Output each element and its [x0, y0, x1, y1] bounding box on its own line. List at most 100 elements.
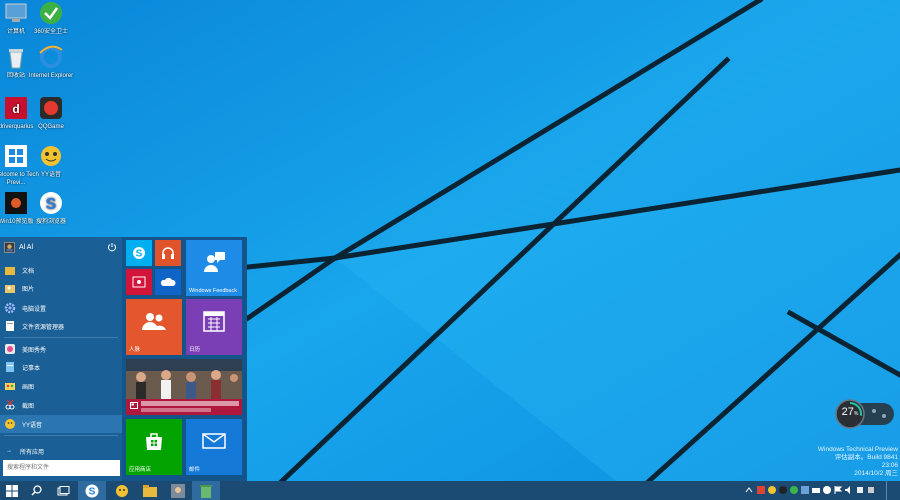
qqgame-icon: [38, 95, 64, 121]
skype-icon: S: [126, 240, 152, 266]
start-menu-item[interactable]: 美图秀秀: [0, 340, 122, 358]
search-icon: [30, 485, 42, 496]
watermark-time: 23:06: [881, 462, 898, 469]
taskbar-app-sogou[interactable]: S: [78, 481, 106, 500]
tile-people[interactable]: 人脉: [126, 299, 182, 355]
gadget-value: 27%: [841, 406, 859, 418]
start-menu-item-label: 记事本: [22, 365, 41, 372]
search-button[interactable]: [24, 481, 48, 500]
tray-app-icon[interactable]: [757, 486, 765, 494]
feedback-icon: [186, 240, 242, 284]
tile-onedrive[interactable]: [155, 269, 181, 295]
desktop-icon-ie[interactable]: Internet Explorer: [21, 44, 81, 80]
tile-news[interactable]: [126, 359, 242, 415]
watermark-line: 评估副本。Build 9841: [834, 454, 898, 461]
tile-mail[interactable]: 邮件: [186, 419, 242, 475]
media-icon: [171, 483, 185, 498]
yy-icon: [38, 143, 64, 169]
start-menu-item[interactable]: 电脑设置: [0, 299, 122, 317]
snip-icon: [4, 399, 16, 411]
start-menu-item[interactable]: 文件资源管理器: [0, 317, 122, 335]
user-account[interactable]: Al Al: [0, 237, 122, 257]
cloud-icon: [155, 269, 181, 295]
tile-store[interactable]: 应用商店: [126, 419, 182, 475]
desktop-icon-label: 搜狗浏览器: [35, 219, 66, 225]
tray-network-icon[interactable]: [812, 486, 820, 494]
start-menu-item[interactable]: 记事本: [0, 358, 122, 376]
volume-icon[interactable]: [845, 486, 853, 494]
taskbar-app-yy[interactable]: [108, 481, 136, 500]
tray-app-icon[interactable]: [801, 486, 809, 494]
svg-text:S: S: [89, 486, 96, 497]
tile-label: 日历: [189, 347, 201, 353]
tray-app-icon[interactable]: [867, 486, 875, 494]
all-apps-link[interactable]: → 所有应用: [0, 443, 122, 459]
tile-skype[interactable]: S: [126, 240, 152, 266]
start-menu-left-pane: Al Al 文档 图片电脑设置文件资源管理器美图秀秀记事本画图截图 YY语音 → 所有…: [0, 237, 122, 481]
desktop-icon-qqgame[interactable]: QQGame: [21, 95, 81, 131]
divider: [4, 337, 118, 338]
taskbar-app-media[interactable]: [164, 481, 192, 500]
tile-label: 应用商店: [129, 467, 152, 473]
sogou-icon: S: [38, 190, 64, 216]
start-menu-item[interactable]: 图片: [0, 279, 122, 297]
task-view-button[interactable]: [50, 481, 76, 500]
start-button[interactable]: [0, 481, 24, 500]
tile-video[interactable]: [126, 269, 152, 295]
divider: [4, 435, 118, 436]
power-icon[interactable]: [107, 242, 117, 252]
tray-app-icon[interactable]: [779, 486, 787, 494]
news-headline-bar: [141, 408, 211, 412]
taskbar-app-recycle[interactable]: [192, 481, 220, 500]
yy-icon: [116, 484, 128, 497]
desktop-icon-yy[interactable]: YY语音: [21, 143, 81, 179]
pictures-icon: [4, 282, 16, 294]
taskbar-app-explorer[interactable]: [136, 481, 164, 500]
svg-text:S: S: [136, 249, 143, 260]
people-icon: [126, 299, 182, 343]
tray-app-icon[interactable]: [823, 486, 831, 494]
360-icon: [38, 0, 64, 26]
internet-explorer-icon: [38, 44, 64, 70]
tray-flag-icon[interactable]: [834, 486, 842, 494]
desktop-icon-360safe[interactable]: 360安全卫士: [21, 0, 81, 36]
start-menu-item[interactable]: 截图: [0, 396, 122, 414]
build-watermark: Windows Technical Preview 评估副本。Build 984…: [818, 446, 898, 478]
start-icon: [6, 484, 18, 497]
start-menu-item-label: 电脑设置: [22, 306, 47, 313]
desktop-icon-label: YY语音: [40, 172, 61, 178]
start-search-input[interactable]: [3, 460, 120, 476]
yy-icon: [4, 418, 16, 430]
folder-icon: [4, 264, 16, 276]
tile-calendar[interactable]: 日历: [186, 299, 242, 355]
taskbar: S: [0, 481, 900, 500]
tray-yy-icon[interactable]: [768, 486, 776, 494]
svg-text:S: S: [46, 196, 57, 213]
start-menu-item[interactable]: 画图: [0, 377, 122, 395]
start-menu-item-label: 文件资源管理器: [22, 324, 65, 331]
notepad-icon: [4, 361, 16, 373]
show-desktop-button[interactable]: [886, 481, 900, 500]
tile-label: 人脉: [129, 347, 141, 353]
desktop-icon-label: QQGame: [38, 124, 64, 130]
tray-security-icon[interactable]: [790, 486, 798, 494]
meitu-icon: [4, 343, 16, 355]
tray-app-icon[interactable]: [856, 486, 864, 494]
news-photo: [126, 359, 242, 399]
tile-label: 邮件: [189, 467, 201, 473]
system-monitor-gadget[interactable]: 27%: [834, 398, 896, 430]
start-menu-item-label: YY语音: [22, 422, 43, 429]
start-menu-item[interactable]: YY语音: [0, 415, 122, 433]
tray-expand-icon[interactable]: [745, 486, 753, 494]
tile-label: Windows Feedback: [189, 288, 237, 294]
video-icon: [126, 269, 152, 295]
explorer-icon: [143, 484, 157, 497]
desktop-icon-sogou[interactable]: S 搜狗浏览器: [21, 190, 81, 226]
paint-icon: [4, 380, 16, 392]
all-apps-label: 所有应用: [20, 449, 45, 456]
start-menu-item-label: 截图: [22, 403, 35, 410]
task-view-icon: [57, 485, 69, 495]
tile-music[interactable]: [155, 240, 181, 266]
start-menu-item[interactable]: 文档: [0, 261, 122, 279]
tile-feedback[interactable]: Windows Feedback: [186, 240, 242, 296]
